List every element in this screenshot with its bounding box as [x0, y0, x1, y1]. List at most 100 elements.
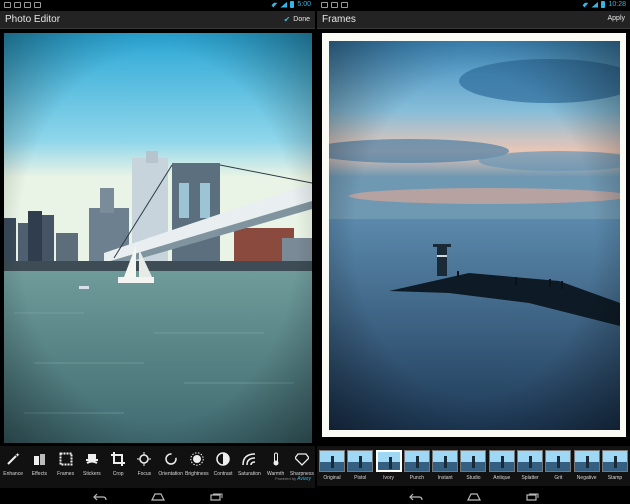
home-button[interactable]: [466, 492, 481, 501]
frame-option[interactable]: Studio: [459, 450, 487, 486]
back-icon: [92, 493, 107, 500]
photo-canvas[interactable]: [4, 33, 312, 443]
frame-option[interactable]: Stamp: [601, 450, 629, 486]
frame-thumbnail: [347, 450, 374, 472]
frame-thumbnail: [545, 450, 572, 472]
status-bar: 10:28: [317, 0, 630, 11]
tool-brightness[interactable]: Brightness: [184, 446, 210, 488]
pier-sunset-photo: [329, 41, 620, 430]
brooklyn-bridge-photo: [4, 33, 312, 443]
tool-contrast[interactable]: Contrast: [210, 446, 236, 488]
page-title: Frames: [322, 14, 356, 25]
tool-crop[interactable]: Crop: [105, 446, 131, 488]
tool-label: Enhance: [3, 471, 23, 477]
frame-label: Punch: [409, 475, 424, 481]
rotate-icon: [164, 453, 177, 465]
frame-thumbnail: [601, 450, 628, 472]
frame-label: Splatter: [521, 475, 539, 481]
wand-icon: ✦: [7, 452, 20, 465]
frame-thumbnail: [319, 450, 345, 472]
mustache-icon: [85, 454, 98, 464]
recents-icon: [209, 493, 222, 501]
recents-button[interactable]: [525, 493, 539, 501]
back-button[interactable]: [408, 493, 423, 501]
frame-thumbnail: [517, 450, 544, 472]
action-bar: Frames Apply: [317, 11, 630, 29]
frame-thumbnail: [375, 450, 402, 472]
sun-icon: [190, 452, 204, 466]
done-label: Done: [293, 16, 310, 23]
frame-thumbnail: [488, 450, 515, 472]
frame-label: Original: [323, 475, 341, 481]
frame-option[interactable]: Pistol: [346, 450, 374, 486]
tool-stickers[interactable]: Stickers: [79, 446, 105, 488]
tool-label: Orientation: [158, 471, 183, 477]
frame-label: Instant: [437, 475, 453, 481]
wifi-icon: [580, 2, 589, 8]
saturation-icon: [242, 453, 256, 466]
frame-option[interactable]: Grit: [544, 450, 572, 486]
status-bar: 5:00: [0, 0, 315, 11]
frames-strip: Original Pistol Ivory Punch Instant Stud…: [317, 446, 630, 486]
focus-icon: [137, 452, 152, 466]
signal-icon: [591, 1, 599, 8]
tool-enhance[interactable]: ✦ Enhance: [0, 446, 26, 488]
notification-icon: [321, 2, 328, 8]
tool-focus[interactable]: Focus: [131, 446, 157, 488]
battery-icon: [290, 1, 295, 8]
frame-thumbnail: [403, 450, 430, 472]
nav-bar: [0, 489, 315, 504]
battery-icon: [601, 1, 606, 8]
frame-label: Stamp: [607, 475, 623, 481]
frame-option[interactable]: Antique: [488, 450, 516, 486]
frame-label: Antique: [493, 475, 511, 481]
frame-label: Grit: [554, 475, 563, 481]
frame-thumbnail: [573, 450, 600, 472]
frame-option[interactable]: Negative: [573, 450, 601, 486]
ivory-frame: [322, 33, 626, 437]
tool-label: Crop: [112, 471, 124, 477]
tool-label: Frames: [57, 471, 75, 477]
crop-icon: [111, 452, 126, 466]
tool-label: Contrast: [213, 471, 233, 477]
tool-label: Stickers: [82, 471, 101, 477]
notification-icon: [331, 2, 338, 8]
home-icon: [466, 492, 481, 501]
home-icon: [150, 492, 165, 501]
recents-button[interactable]: [209, 493, 223, 501]
tool-frames[interactable]: Frames: [53, 446, 79, 488]
frame-option[interactable]: Original: [318, 450, 346, 486]
brand-logo: Aviary: [297, 476, 311, 482]
tool-label: Saturation: [237, 471, 261, 477]
frames-screen: 10:28 Frames Apply Original Pistol Ivory…: [317, 0, 630, 504]
frame-option[interactable]: Punch: [403, 450, 431, 486]
recents-icon: [525, 493, 538, 501]
frame-label: Negative: [576, 475, 597, 481]
photo-canvas[interactable]: [329, 41, 620, 430]
tool-effects[interactable]: Effects: [26, 446, 52, 488]
frame-option-selected[interactable]: Ivory: [375, 450, 403, 486]
frame-thumbnail: [432, 450, 459, 472]
powered-by: Powered by Aviary: [275, 476, 311, 482]
check-icon: ✔: [283, 15, 291, 24]
back-button[interactable]: [92, 493, 107, 501]
clock: 10:28: [608, 1, 626, 8]
frame-option[interactable]: Instant: [431, 450, 459, 486]
done-button[interactable]: ✔ Done: [284, 15, 310, 24]
page-title: Photo Editor: [5, 14, 61, 25]
apply-button[interactable]: Apply: [607, 15, 625, 22]
wifi-icon: [269, 2, 278, 8]
tool-label: Effects: [31, 471, 47, 477]
frame-option[interactable]: Splatter: [516, 450, 544, 486]
frame-icon: [59, 452, 73, 466]
home-button[interactable]: [150, 492, 165, 501]
tool-orientation[interactable]: Orientation: [158, 446, 184, 488]
tool-label: Focus: [137, 471, 152, 477]
tool-bar: ✦ Enhance Effects Frames Stickers Crop F…: [0, 446, 315, 488]
thermometer-icon: [273, 452, 279, 466]
svg-text:✦: ✦: [15, 452, 20, 459]
notification-icon: [34, 2, 41, 8]
nav-bar: [317, 489, 630, 504]
tool-saturation[interactable]: Saturation: [236, 446, 262, 488]
back-icon: [408, 493, 423, 500]
